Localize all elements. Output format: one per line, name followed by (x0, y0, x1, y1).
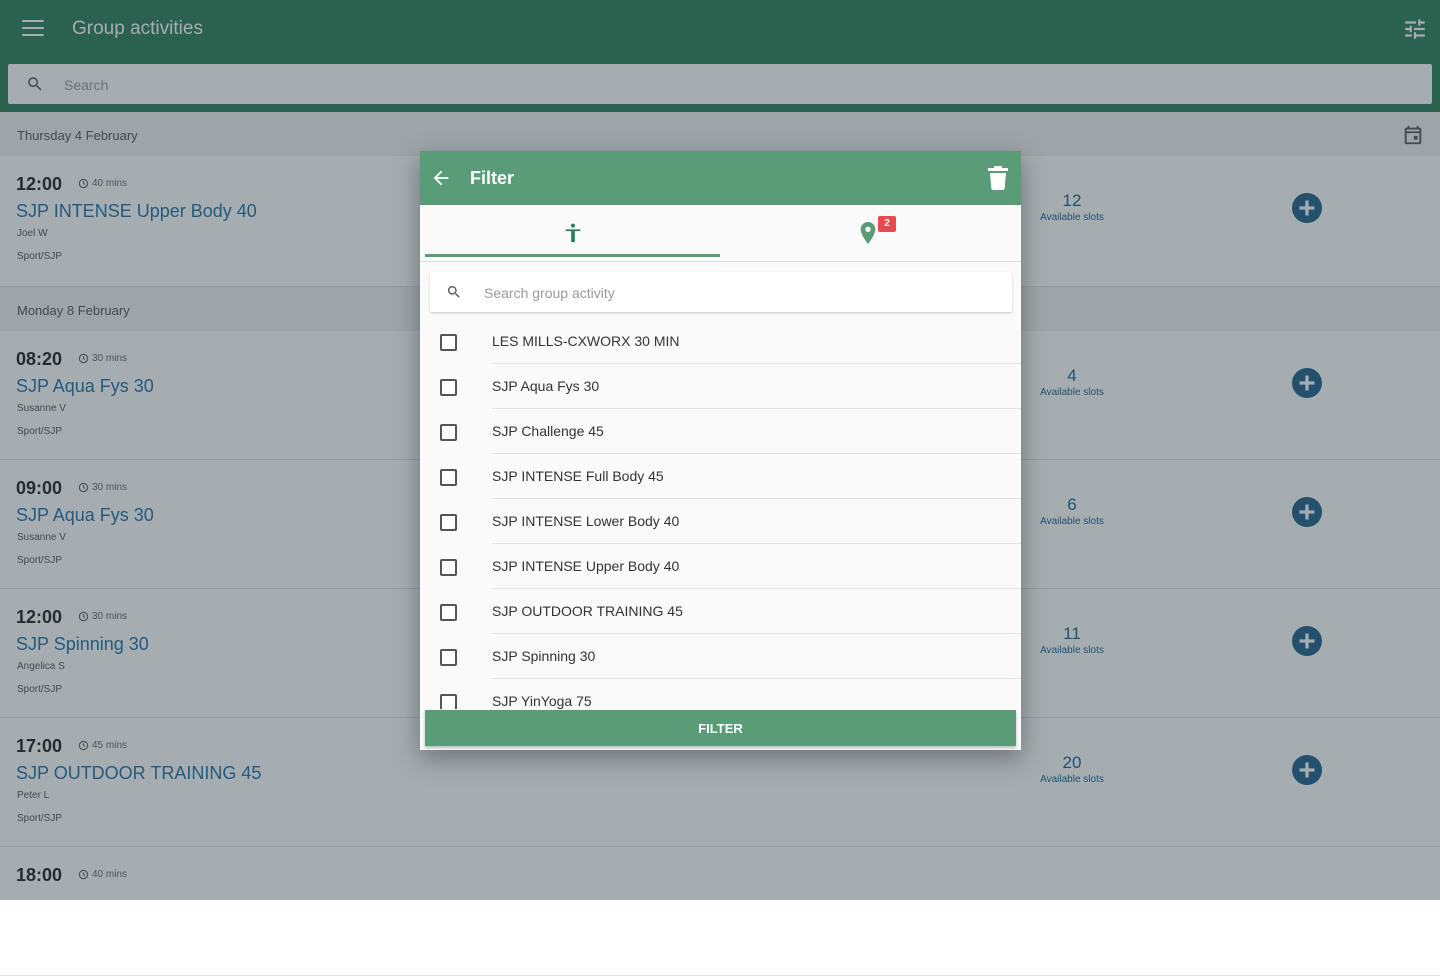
activity-option[interactable]: LES MILLS-CXWORX 30 MIN (420, 319, 1021, 364)
activity-option-label[interactable]: SJP YinYoga 75 (492, 693, 592, 709)
activity-options-list[interactable]: LES MILLS-CXWORX 30 MIN SJP Aqua Fys 30 … (420, 319, 1021, 709)
activity-option-label[interactable]: SJP INTENSE Lower Body 40 (492, 513, 679, 529)
activity-option-label[interactable]: SJP Spinning 30 (492, 648, 595, 664)
activity-option-label[interactable]: SJP INTENSE Upper Body 40 (492, 558, 679, 574)
activity-checkbox[interactable] (440, 604, 457, 621)
activity-option-label[interactable]: SJP INTENSE Full Body 45 (492, 468, 664, 484)
activity-option[interactable]: SJP INTENSE Full Body 45 (420, 454, 1021, 499)
activity-checkbox[interactable] (440, 334, 457, 351)
activity-option[interactable]: SJP OUTDOOR TRAINING 45 (420, 589, 1021, 634)
back-arrow-icon[interactable] (430, 167, 452, 189)
filter-tabs: 2 (420, 205, 1021, 262)
activity-option-label[interactable]: SJP Aqua Fys 30 (492, 378, 599, 394)
activity-option[interactable]: SJP INTENSE Lower Body 40 (420, 499, 1021, 544)
search-icon (447, 286, 460, 298)
activity-option[interactable]: SJP Spinning 30 (420, 634, 1021, 679)
dialog-title: Filter (470, 168, 515, 188)
activity-search-input[interactable] (482, 281, 986, 305)
activity-checkbox[interactable] (440, 469, 457, 486)
activity-checkbox[interactable] (440, 649, 457, 666)
activity-checkbox[interactable] (440, 694, 457, 709)
activity-option-label[interactable]: LES MILLS-CXWORX 30 MIN (492, 333, 680, 349)
filter-button[interactable]: FILTER (425, 710, 1016, 746)
activity-option[interactable]: SJP Challenge 45 (420, 409, 1021, 454)
activity-search-box (430, 272, 1012, 312)
location-count-badge: 2 (878, 216, 896, 232)
dialog-header: Filter (420, 151, 1021, 205)
trash-icon[interactable] (988, 166, 1008, 190)
activity-icon (565, 223, 581, 243)
activity-option-label[interactable]: SJP Challenge 45 (492, 423, 604, 439)
activity-option[interactable]: SJP Aqua Fys 30 (420, 364, 1021, 409)
location-pin-icon (860, 222, 876, 244)
tab-activities[interactable] (425, 205, 720, 261)
tab-locations[interactable]: 2 (720, 205, 1016, 261)
filter-dialog: Filter 2 LES MILLS-CXWORX 30 MIN (420, 151, 1021, 750)
activity-checkbox[interactable] (440, 424, 457, 441)
activity-checkbox[interactable] (440, 559, 457, 576)
activity-option[interactable]: SJP YinYoga 75 (420, 679, 1021, 709)
activity-checkbox[interactable] (440, 379, 457, 396)
activity-checkbox[interactable] (440, 514, 457, 531)
activity-option-label[interactable]: SJP OUTDOOR TRAINING 45 (492, 603, 683, 619)
activity-option[interactable]: SJP INTENSE Upper Body 40 (420, 544, 1021, 589)
